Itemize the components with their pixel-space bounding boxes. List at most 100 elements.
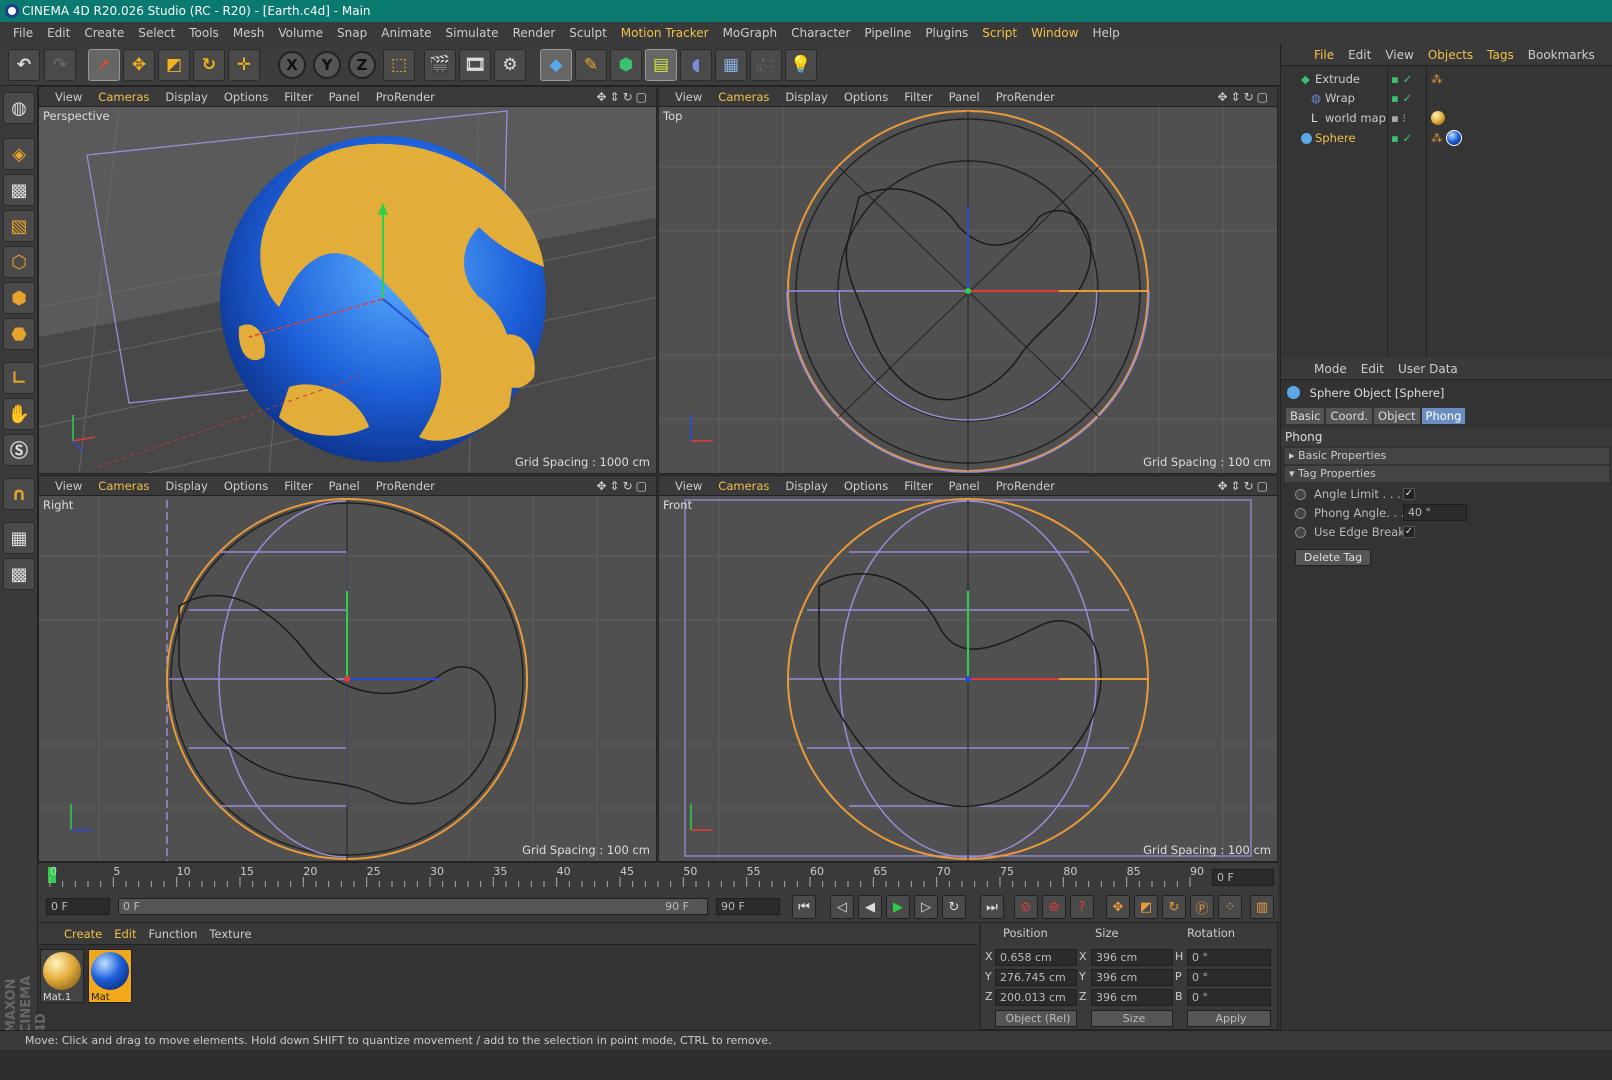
frame-range-slider[interactable]: 0 F 90 F (118, 898, 708, 915)
obj-menu-view[interactable]: View (1378, 48, 1420, 62)
workplane-mode-icon[interactable]: ▧ (3, 210, 35, 242)
auto-keying-icon[interactable]: ⊛ (1042, 895, 1066, 919)
tab-basic[interactable]: Basic (1285, 407, 1326, 425)
size-mode-dropdown[interactable]: Size (1091, 1010, 1173, 1027)
render-picture-viewer-icon[interactable]: 🎞 (459, 49, 491, 81)
menu-snap[interactable]: Snap (330, 26, 374, 40)
vp-menu-options[interactable]: Options (216, 479, 276, 493)
scheme-settings-icon[interactable]: ▥ (1250, 895, 1274, 919)
group-tag-properties[interactable]: ▾ Tag Properties (1285, 466, 1609, 482)
menu-motion-tracker[interactable]: Motion Tracker (614, 26, 716, 40)
start-frame-field[interactable]: 0 F (46, 898, 110, 915)
vp-menu-display[interactable]: Display (157, 90, 215, 104)
keyframe-selection-icon[interactable]: ? (1070, 895, 1094, 919)
object-row-world-map[interactable]: L world map ▪ ⁝ (1281, 109, 1612, 128)
render-view-icon[interactable]: 🎬 (424, 49, 456, 81)
goto-previous-key-icon[interactable]: ◁ (830, 895, 854, 919)
visibility-check-icon[interactable]: ▪ ✓ (1391, 70, 1412, 89)
vp-menu-view[interactable]: View (47, 90, 90, 104)
move-tool-icon[interactable]: ✥ (123, 49, 155, 81)
subdivision-surface-icon[interactable]: ⬢ (610, 49, 642, 81)
attr-menu-mode[interactable]: Mode (1307, 362, 1354, 376)
vp-menu-options[interactable]: Options (836, 479, 896, 493)
record-rotation-icon[interactable]: ↻ (1162, 895, 1186, 919)
enable-axis-icon[interactable]: ∟ (3, 362, 35, 394)
record-scale-icon[interactable]: ◩ (1134, 895, 1158, 919)
scale-tool-icon[interactable]: ◩ (158, 49, 190, 81)
menu-window[interactable]: Window (1024, 26, 1085, 40)
vp-menu-view[interactable]: View (47, 479, 90, 493)
animate-radio[interactable] (1295, 527, 1306, 538)
menu-character[interactable]: Character (784, 26, 857, 40)
material-swatch-selected[interactable]: Mat (88, 949, 132, 1003)
vp-menu-panel[interactable]: Panel (321, 479, 368, 493)
solo-mode-icon[interactable]: Ⓢ (3, 434, 35, 466)
play-icon[interactable]: ▶ (886, 895, 910, 919)
vp-menu-cameras[interactable]: Cameras (90, 90, 157, 104)
menu-edit[interactable]: Edit (40, 26, 77, 40)
vp-menu-prorender[interactable]: ProRender (988, 479, 1063, 493)
obj-menu-tags[interactable]: Tags (1480, 48, 1521, 62)
phong-angle-field[interactable]: 40 ° (1403, 504, 1467, 521)
menu-file[interactable]: File (6, 26, 40, 40)
model-mode-icon[interactable]: ◈ (3, 138, 35, 170)
snap-magnet-icon[interactable]: ∩ (3, 478, 35, 510)
workplane-lock-icon[interactable]: ▦ (3, 522, 35, 554)
angle-limit-checkbox[interactable]: ✓ (1403, 488, 1415, 500)
vp-menu-panel[interactable]: Panel (941, 479, 988, 493)
vp-menu-filter[interactable]: Filter (276, 479, 320, 493)
vp-menu-display[interactable]: Display (157, 479, 215, 493)
position-y-field[interactable]: 276.745 cm (995, 969, 1077, 986)
vp-menu-options[interactable]: Options (216, 90, 276, 104)
planar-workplane-icon[interactable]: ▩ (3, 558, 35, 590)
bend-deformer-icon[interactable]: ◖ (680, 49, 712, 81)
coordinate-mode-dropdown[interactable]: Object (Rel) (995, 1010, 1077, 1027)
viewport-front[interactable]: View Cameras Display Options Filter Pane… (658, 475, 1278, 862)
axis-y-lock-button[interactable]: Y (313, 51, 341, 79)
size-x-field[interactable]: 396 cm (1091, 949, 1173, 966)
undo-icon[interactable]: ↶ (8, 49, 40, 81)
viewport-navigation-icons[interactable]: ✥⇕↻▢ (596, 479, 650, 493)
viewport-navigation-icons[interactable]: ✥⇕↻▢ (1217, 479, 1271, 493)
mat-menu-function[interactable]: Function (143, 927, 204, 941)
redo-icon[interactable]: ↷ (44, 49, 76, 81)
tab-coord[interactable]: Coord. (1325, 407, 1374, 425)
vp-menu-display[interactable]: Display (777, 479, 835, 493)
tweak-mode-icon[interactable]: ✋ (3, 398, 35, 430)
menu-render[interactable]: Render (506, 26, 563, 40)
mat-menu-edit[interactable]: Edit (108, 927, 142, 941)
menu-select[interactable]: Select (131, 26, 182, 40)
light-object-icon[interactable]: 💡 (785, 49, 817, 81)
menu-volume[interactable]: Volume (271, 26, 330, 40)
obj-menu-bookmarks[interactable]: Bookmarks (1521, 48, 1602, 62)
points-mode-icon[interactable]: ⬡ (3, 246, 35, 278)
menu-script[interactable]: Script (975, 26, 1024, 40)
goto-start-icon[interactable]: ⏮ (792, 895, 816, 919)
vp-menu-prorender[interactable]: ProRender (988, 90, 1063, 104)
goto-end-icon[interactable]: ⏭ (980, 895, 1004, 919)
rotate-tool-icon[interactable]: ↻ (193, 49, 225, 81)
object-row-extrude[interactable]: ◆ Extrude ▪ ✓ ⁂ (1281, 70, 1612, 89)
vp-menu-prorender[interactable]: ProRender (368, 90, 443, 104)
record-parameter-icon[interactable]: Ⓟ (1190, 895, 1214, 919)
axis-x-lock-button[interactable]: X (278, 51, 306, 79)
visibility-check-icon[interactable]: ▪ ✓ (1391, 89, 1412, 108)
object-row-sphere[interactable]: Sphere ▪ ✓ ⁂ (1281, 129, 1612, 148)
camera-object-icon[interactable]: 🎥 (750, 49, 782, 81)
next-frame-icon[interactable]: ▷ (914, 895, 938, 919)
phong-tag-icon[interactable]: ⁂ (1431, 129, 1443, 148)
vp-menu-view[interactable]: View (667, 90, 710, 104)
visibility-dots-icon[interactable]: ▪ ⁝ (1391, 109, 1406, 128)
obj-menu-objects[interactable]: Objects (1421, 48, 1480, 62)
apply-button[interactable]: Apply (1187, 1010, 1271, 1027)
viewport-navigation-icons[interactable]: ✥⇕↻▢ (596, 90, 650, 104)
menu-tools[interactable]: Tools (182, 26, 226, 40)
timeline-ruler[interactable]: 0 5 10 15 20 25 30 35 40 45 50 55 60 65 … (38, 862, 1278, 892)
attr-menu-edit[interactable]: Edit (1354, 362, 1391, 376)
menu-pipeline[interactable]: Pipeline (857, 26, 918, 40)
rotation-b-field[interactable]: 0 ° (1187, 989, 1271, 1006)
size-y-field[interactable]: 396 cm (1091, 969, 1173, 986)
size-z-field[interactable]: 396 cm (1091, 989, 1173, 1006)
mat-menu-create[interactable]: Create (58, 927, 108, 941)
group-basic-properties[interactable]: ▸ Basic Properties (1285, 448, 1609, 464)
